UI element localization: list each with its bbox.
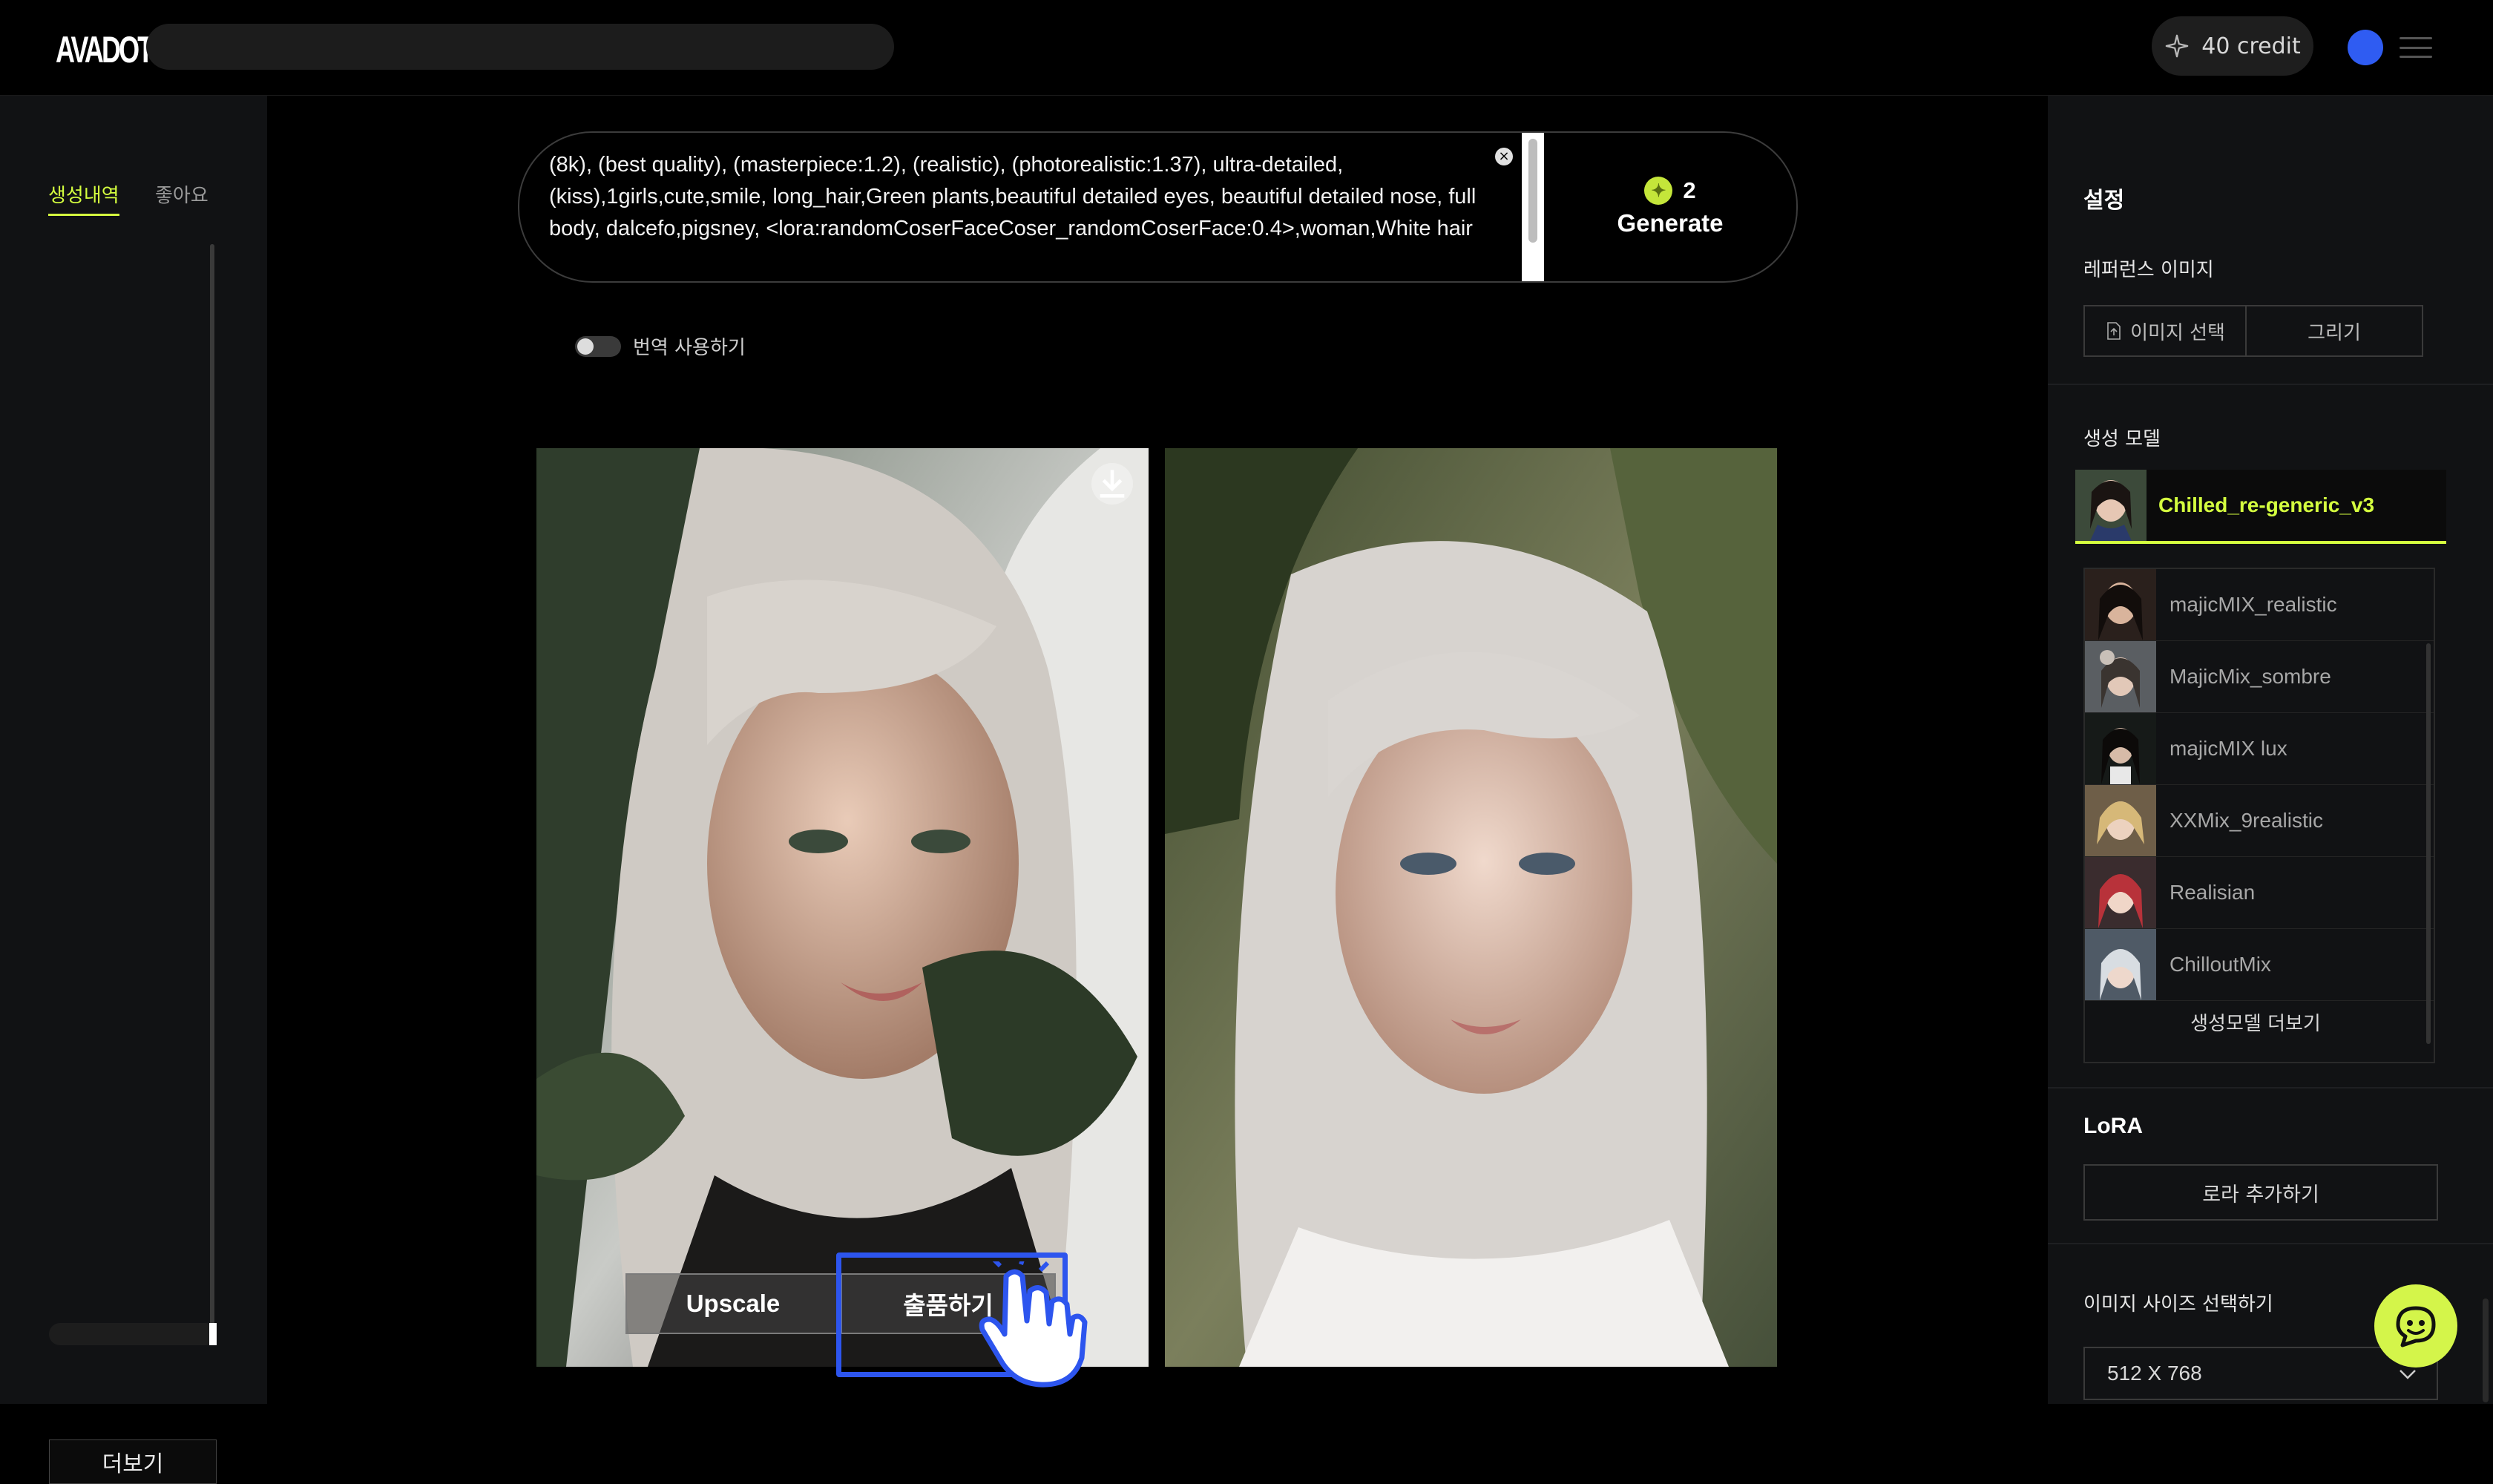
cost-value: 2 bbox=[1683, 177, 1696, 203]
model-thumbnail bbox=[2085, 857, 2156, 928]
search-bar[interactable] bbox=[146, 24, 894, 70]
download-icon[interactable] bbox=[1091, 463, 1133, 505]
model-item[interactable]: majicMIX_realistic bbox=[2085, 569, 2434, 641]
portrait-image bbox=[1165, 448, 1777, 1367]
divider bbox=[2048, 384, 2493, 385]
selected-model-name: Chilled_re-generic_v3 bbox=[2158, 493, 2375, 516]
menu-icon[interactable] bbox=[2400, 37, 2432, 58]
chat-icon bbox=[2396, 1306, 2436, 1347]
top-bar: AVADOT 40 credit bbox=[0, 0, 2493, 96]
avatar[interactable] bbox=[2348, 30, 2383, 65]
generate-button[interactable]: ✦ 2 Generate bbox=[1544, 133, 1796, 281]
model-name: MajicMix_sombre bbox=[2170, 665, 2331, 688]
settings-title: 설정 bbox=[2083, 188, 2125, 214]
page-scrollbar[interactable] bbox=[2483, 1298, 2489, 1402]
model-name: majicMIX lux bbox=[2170, 737, 2287, 760]
tab-history[interactable]: 생성내역 bbox=[48, 180, 119, 216]
generated-image-1[interactable]: Upscale 출품하기 bbox=[536, 448, 1149, 1367]
more-button[interactable]: 더보기 bbox=[49, 1439, 217, 1484]
horizontal-scrollbar[interactable] bbox=[49, 1323, 217, 1345]
lora-title: LoRA bbox=[2083, 1114, 2143, 1138]
model-name: ChilloutMix bbox=[2170, 953, 2271, 976]
select-image-label: 이미지 선택 bbox=[2130, 321, 2225, 344]
chevron-down-icon bbox=[2400, 1370, 2416, 1379]
portrait-image bbox=[536, 448, 1149, 1367]
translate-toggle[interactable] bbox=[575, 335, 621, 357]
settings-panel: 설정 레퍼런스 이미지 이미지 선택 그리기 생성 모델 Chilled_re-… bbox=[2048, 96, 2493, 1404]
add-lora-button[interactable]: 로라 추가하기 bbox=[2083, 1164, 2438, 1221]
model-item[interactable]: Realisian bbox=[2085, 857, 2434, 929]
divider bbox=[2048, 1243, 2493, 1244]
model-thumbnail bbox=[2085, 785, 2156, 856]
model-name: majicMIX_realistic bbox=[2170, 593, 2337, 616]
model-label: 생성 모델 bbox=[2083, 428, 2161, 450]
model-thumbnail bbox=[2085, 641, 2156, 712]
clear-icon[interactable]: × bbox=[1495, 148, 1513, 165]
model-list: majicMIX_realistic MajicMix_sombre majic… bbox=[2083, 568, 2435, 1063]
prompt-box: (8k), (best quality), (masterpiece:1.2),… bbox=[518, 131, 1798, 283]
upscale-button[interactable]: Upscale bbox=[625, 1273, 841, 1334]
chat-button[interactable] bbox=[2374, 1284, 2457, 1368]
selected-model[interactable]: Chilled_re-generic_v3 bbox=[2075, 470, 2446, 544]
size-value: 512 X 768 bbox=[2107, 1362, 2202, 1385]
tab-likes[interactable]: 좋아요 bbox=[155, 180, 208, 208]
coin-icon: ✦ bbox=[1644, 177, 1673, 205]
generated-image-2[interactable] bbox=[1165, 448, 1777, 1367]
history-panel: 생성내역 좋아요 더보기 bbox=[0, 96, 267, 1484]
model-thumbnail bbox=[2085, 713, 2156, 784]
model-thumbnail bbox=[2085, 929, 2156, 1000]
draw-button[interactable]: 그리기 bbox=[2245, 305, 2423, 357]
generate-cost: ✦ 2 bbox=[1644, 177, 1696, 205]
prompt-scrollbar[interactable] bbox=[1522, 133, 1544, 281]
prompt-input[interactable]: (8k), (best quality), (masterpiece:1.2),… bbox=[549, 149, 1477, 245]
model-name: XXMix_9realistic bbox=[2170, 809, 2323, 832]
model-thumbnail bbox=[2075, 470, 2147, 541]
more-models-button[interactable]: 생성모델 더보기 bbox=[2048, 1008, 2463, 1036]
translate-toggle-row: 번역 사용하기 bbox=[575, 332, 746, 360]
credit-badge[interactable]: 40 credit bbox=[2152, 16, 2313, 76]
sparkle-icon bbox=[2165, 34, 2189, 58]
model-item[interactable]: ChilloutMix bbox=[2085, 929, 2434, 1001]
select-image-button[interactable]: 이미지 선택 bbox=[2083, 305, 2247, 357]
reference-label: 레퍼런스 이미지 bbox=[2083, 259, 2214, 281]
model-thumbnail bbox=[2085, 569, 2156, 640]
logo[interactable]: AVADOT bbox=[56, 28, 154, 71]
size-select[interactable]: 512 X 768 bbox=[2083, 1347, 2438, 1400]
model-item[interactable]: XXMix_9realistic bbox=[2085, 785, 2434, 857]
hand-pointer-icon bbox=[979, 1261, 1088, 1388]
model-item[interactable]: MajicMix_sombre bbox=[2085, 641, 2434, 713]
model-item[interactable]: majicMIX lux bbox=[2085, 713, 2434, 785]
history-scrollbar[interactable] bbox=[210, 244, 214, 1342]
credit-text: 40 credit bbox=[2201, 33, 2301, 59]
translate-label: 번역 사용하기 bbox=[633, 337, 746, 359]
divider bbox=[2048, 1087, 2493, 1089]
upload-icon bbox=[2107, 322, 2121, 340]
generate-label: Generate bbox=[1617, 209, 1724, 237]
size-label: 이미지 사이즈 선택하기 bbox=[2083, 1293, 2273, 1316]
model-name: Realisian bbox=[2170, 881, 2256, 904]
model-list-scrollbar[interactable] bbox=[2426, 643, 2431, 1044]
